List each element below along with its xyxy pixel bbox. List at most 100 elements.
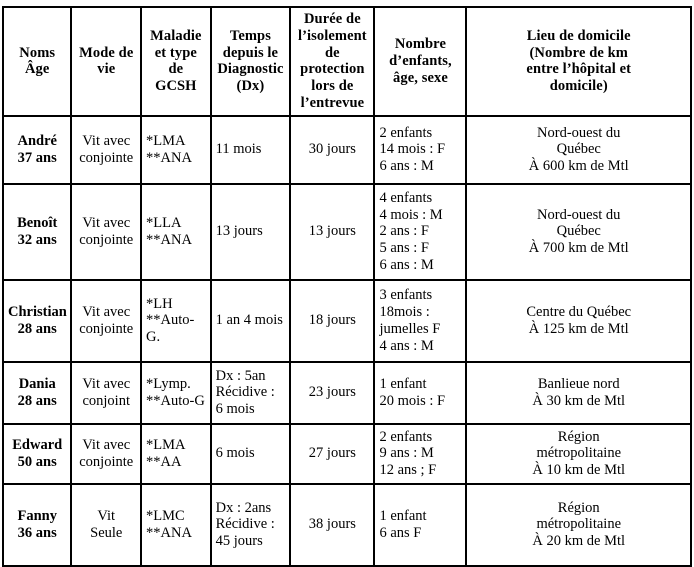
value-line: 14 mois : F	[379, 141, 446, 158]
value-line: À 30 km de Mtl	[532, 392, 626, 409]
cell-maladie: *LH **Auto- G.	[140, 278, 212, 363]
header-line: GCSH	[155, 78, 197, 95]
value-line: 2 enfants	[379, 124, 433, 141]
value-line: **ANA	[146, 231, 192, 248]
cell-domicile: Région métropolitaine À 20 km de Mtl	[465, 482, 692, 567]
value-line: 6 mois	[215, 401, 255, 418]
value-line: métropolitaine	[536, 516, 622, 533]
cell-duree-isolement: 13 jours	[289, 182, 376, 281]
header-line: Nombre	[394, 36, 446, 53]
value-line: 6 ans : M	[379, 158, 434, 175]
table-body: André 37 ans Vit avec conjointe *LMA **A…	[1, 114, 692, 567]
cell-enfants: 3 enfants 18mois : jumelles F 4 ans : M	[373, 278, 468, 363]
header-line: (Dx)	[236, 78, 265, 95]
cell-domicile: Centre du Québec À 125 km de Mtl	[465, 278, 692, 363]
cell-domicile: Nord-ouest du Québec À 700 km de Mtl	[465, 182, 692, 281]
value-line: métropolitaine	[536, 445, 622, 462]
value-line: 5 ans : F	[379, 240, 429, 257]
value-line: Québec	[556, 223, 601, 240]
value-line: Banlieue nord	[537, 376, 620, 393]
table-row: Benoît 32 ans Vit avec conjointe *LLA **…	[1, 182, 692, 281]
column-header-mode-de-vie: Mode de vie	[70, 6, 143, 117]
value-line: 6 mois	[215, 445, 255, 462]
cell-temps-dx: 13 jours	[209, 182, 292, 281]
value-line: 20 mois : F	[379, 392, 446, 409]
header-line: vie	[97, 61, 116, 78]
cell-maladie: *LMA **ANA	[140, 114, 212, 185]
value-line: Vit avec	[82, 376, 131, 393]
participant-age: 28 ans	[17, 392, 57, 409]
column-header-noms-age: Noms Âge	[1, 6, 73, 117]
header-line: d’enfants,	[389, 53, 452, 70]
cell-temps-dx: 6 mois	[209, 422, 292, 485]
participant-name: Fanny	[17, 508, 57, 525]
value-line: Région	[557, 428, 600, 445]
value-line: Vit avec	[82, 133, 131, 150]
header-line: domicile)	[549, 78, 608, 95]
cell-temps-dx: Dx : 2ans Récidive : 45 jours	[209, 482, 292, 567]
header-line: Âge	[24, 61, 50, 78]
value-line: 23 jours	[308, 384, 356, 401]
header-line: Maladie	[150, 27, 202, 44]
cell-duree-isolement: 30 jours	[289, 114, 376, 185]
participant-name: André	[17, 133, 57, 150]
cell-name: Christian 28 ans	[1, 278, 73, 363]
cell-domicile: Région métropolitaine À 10 km de Mtl	[465, 422, 692, 485]
header-line: entre l’hôpital et	[526, 61, 632, 78]
value-line: Vit	[97, 508, 116, 525]
value-line: Région	[557, 499, 600, 516]
cell-enfants: 2 enfants 14 mois : F 6 ans : M	[373, 114, 468, 185]
value-line: Dx : 2ans	[215, 499, 272, 516]
cell-mode-de-vie: Vit avec conjointe	[70, 182, 143, 281]
value-line: 3 enfants	[379, 287, 433, 304]
cell-name: Fanny 36 ans	[1, 482, 73, 567]
header-line: l’entrevue	[300, 95, 365, 112]
cell-temps-dx: 11 mois	[209, 114, 292, 185]
cell-enfants: 2 enfants 9 ans : M 12 ans ; F	[373, 422, 468, 485]
value-line: *LMA	[146, 437, 186, 454]
value-line: **ANA	[146, 524, 192, 541]
header-line: Durée de	[303, 11, 361, 27]
value-line: 30 jours	[308, 141, 356, 158]
cell-enfants: 4 enfants 4 mois : M 2 ans : F 5 ans : F…	[373, 182, 468, 281]
value-line: 6 ans : M	[379, 257, 434, 274]
participant-age: 32 ans	[17, 231, 57, 248]
header-line: (Nombre de km	[529, 44, 628, 61]
cell-duree-isolement: 23 jours	[289, 360, 376, 425]
value-line: Centre du Québec	[526, 304, 632, 321]
cell-domicile: Nord-ouest du Québec À 600 km de Mtl	[465, 114, 692, 185]
participants-table-container: Noms Âge Mode de vie Maladie et type de …	[1, 6, 692, 567]
cell-temps-dx: 1 an 4 mois	[209, 278, 292, 363]
column-header-maladie-type-gcsh: Maladie et type de GCSH	[140, 6, 212, 117]
participant-age: 28 ans	[17, 320, 57, 337]
value-line: 18 jours	[308, 312, 356, 329]
value-line: 6 ans F	[379, 524, 422, 541]
value-line: À 600 km de Mtl	[528, 158, 629, 175]
value-line: Nord-ouest du	[537, 206, 621, 223]
value-line: *LMA	[146, 133, 186, 150]
cell-mode-de-vie: Vit avec conjointe	[70, 114, 143, 185]
value-line: 4 mois : M	[379, 206, 443, 223]
participant-age: 37 ans	[17, 149, 57, 166]
header-line: l’isolement	[297, 27, 367, 44]
value-line: 11 mois	[215, 141, 262, 158]
cell-maladie: *LMC **ANA	[140, 482, 212, 567]
cell-domicile: Banlieue nord À 30 km de Mtl	[465, 360, 692, 425]
cell-name: Dania 28 ans	[1, 360, 73, 425]
value-line: À 10 km de Mtl	[532, 462, 626, 479]
value-line: **ANA	[146, 149, 192, 166]
value-line: 4 ans : M	[379, 337, 434, 354]
header-line: Mode de	[79, 44, 134, 61]
value-line: Vit avec	[82, 215, 131, 232]
value-line: conjointe	[79, 320, 134, 337]
value-line: 1 an 4 mois	[215, 312, 283, 329]
header-line: et type de	[154, 44, 197, 78]
value-line: 13 jours	[215, 223, 263, 240]
cell-mode-de-vie: Vit Seule	[70, 482, 143, 567]
value-line: 4 enfants	[379, 189, 433, 206]
value-line: 9 ans : M	[379, 445, 434, 462]
column-header-temps-depuis-dx: Temps depuis le Diagnostic (Dx)	[209, 6, 292, 117]
value-line: Québec	[556, 141, 601, 158]
value-line: Nord-ouest du	[537, 124, 621, 141]
header-row: Noms Âge Mode de vie Maladie et type de …	[1, 6, 692, 117]
